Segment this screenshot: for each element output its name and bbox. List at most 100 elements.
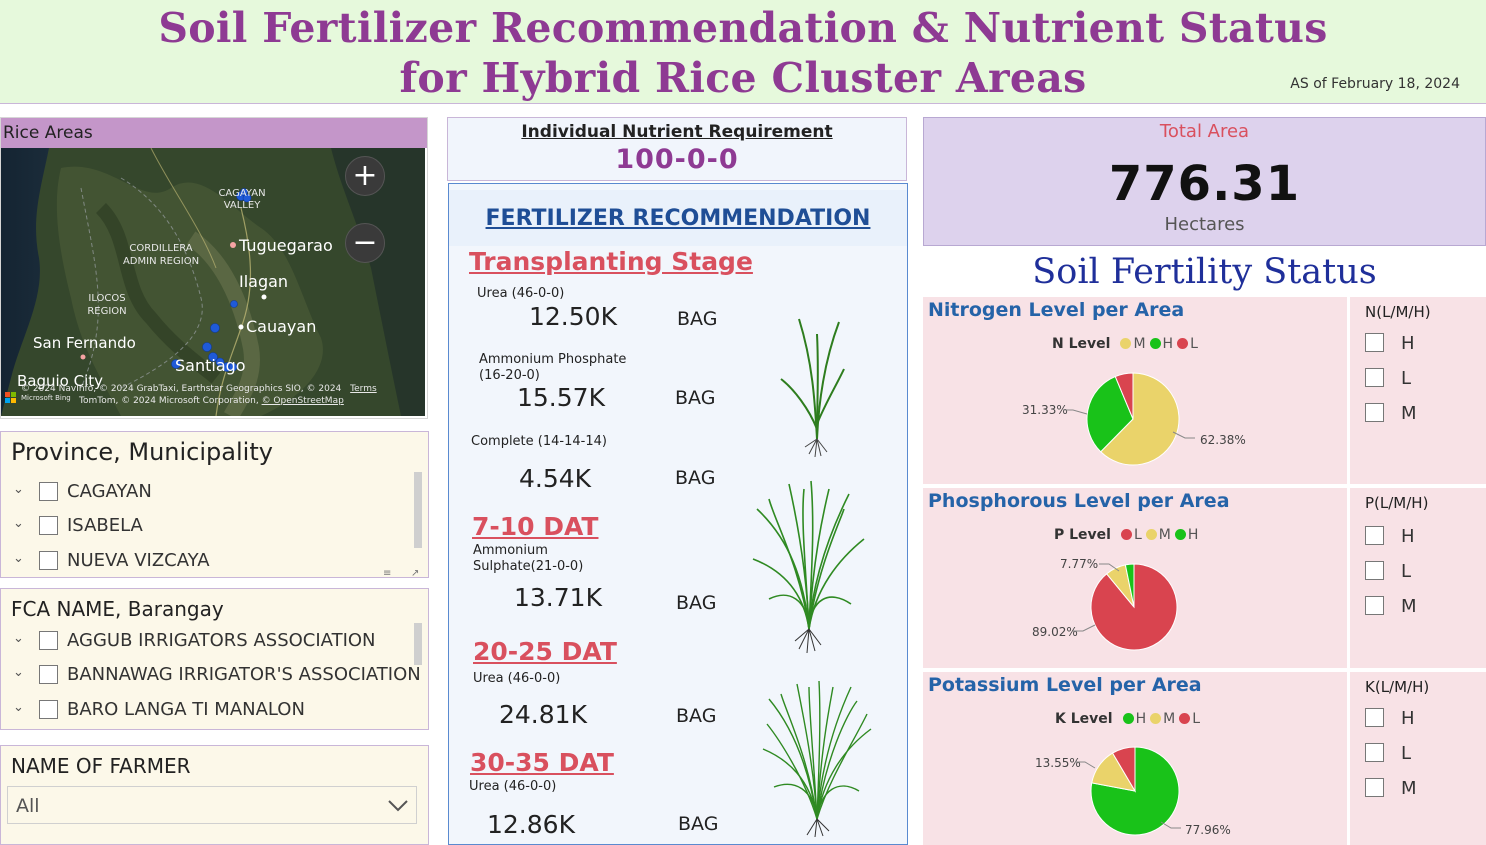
chevron-down-icon[interactable] <box>386 793 410 817</box>
checkbox[interactable] <box>1365 368 1384 387</box>
fertilizer-value: 15.57K <box>517 383 605 412</box>
phosphorous-chart-panel: Phosphorous Level per Area P Level L M H 7.… <box>923 488 1347 668</box>
chevron-down-icon[interactable]: ⌄ <box>13 665 25 680</box>
level-option-l[interactable]: L <box>1365 743 1465 769</box>
fertilizer-value: 12.50K <box>529 302 617 331</box>
map-label-ilocos: ILOCOS REGION <box>87 293 127 317</box>
total-area-value: 776.31 <box>1108 156 1301 212</box>
checkbox[interactable] <box>39 482 58 501</box>
slicer-item-isabela[interactable]: ⌄ ISABELA <box>1 514 421 544</box>
filter-icon[interactable]: ≡ <box>383 568 391 579</box>
page-title-line-2: for Hybrid Rice Cluster Areas <box>399 54 1087 102</box>
chevron-down-icon[interactable]: ⌄ <box>13 516 25 531</box>
pie-leader-lines <box>1075 761 1181 829</box>
bing-label: Microsoft Bing <box>21 394 71 402</box>
fertilizer-unit: BAG <box>676 705 717 727</box>
checkbox[interactable] <box>1365 526 1384 545</box>
farmer-slicer-title: NAME OF FARMER <box>11 754 191 778</box>
checkbox[interactable] <box>1365 743 1384 762</box>
fertilizer-unit: BAG <box>678 813 719 835</box>
map-canvas[interactable]: CAGAYAN VALLEY CORDILLERA ADMIN REGION I… <box>1 148 425 416</box>
level-slicer-title: N(L/M/H) <box>1365 303 1431 321</box>
potassium-chart-panel: Potassium Level per Area K Level H M L 13.5… <box>923 672 1347 845</box>
map-label-santiago: Santiago <box>175 356 246 375</box>
level-option-m[interactable]: M <box>1365 403 1465 429</box>
fertilizer-title: FERTILIZER RECOMMENDATION <box>485 206 871 231</box>
pie-leader-lines <box>1073 563 1120 632</box>
map-terms-link[interactable]: Terms <box>350 384 377 394</box>
fertilizer-unit: BAG <box>676 592 717 614</box>
checkbox[interactable] <box>1365 403 1384 422</box>
scrollbar[interactable] <box>414 472 422 548</box>
fertilizer-name: Urea (46-0-0) <box>473 671 561 686</box>
level-option-h[interactable]: H <box>1365 526 1465 552</box>
dashboard: Soil Fertilizer Recommendation & Nutrien… <box>0 0 1486 845</box>
level-slicer-title: P(L/M/H) <box>1365 494 1429 512</box>
fca-name-slicer: FCA NAME, Barangay ⌄ AGGUB IRRIGATORS AS… <box>0 588 429 730</box>
as-of-date: AS of February 18, 2024 <box>1290 76 1460 92</box>
map-label-tuguegarao: Tuguegarao <box>239 236 333 255</box>
checkbox[interactable] <box>1365 708 1384 727</box>
slicer-item-nueva-vizcaya[interactable]: ⌄ NUEVA VIZCAYA <box>1 549 421 579</box>
nitrogen-chart-panel: Nitrogen Level per Area N Level M H L 31.33… <box>923 297 1347 484</box>
stage-7-10-dat: 7-10 DAT <box>472 512 599 541</box>
openstreetmap-link[interactable]: © OpenStreetMap <box>262 396 344 406</box>
level-option-h[interactable]: H <box>1365 708 1465 734</box>
chevron-down-icon[interactable]: ⌄ <box>13 631 25 646</box>
farmer-name-slicer: NAME OF FARMER All <box>0 745 429 845</box>
checkbox[interactable] <box>1365 778 1384 797</box>
nutrient-requirement-card: Individual Nutrient Requirement 100-0-0 <box>447 117 907 181</box>
total-area-unit: Hectares <box>1164 214 1245 235</box>
checkbox[interactable] <box>39 700 58 719</box>
level-option-m[interactable]: M <box>1365 596 1465 622</box>
checkbox[interactable] <box>39 516 58 535</box>
total-area-card: Total Area 776.31 Hectares <box>923 117 1486 246</box>
slicer-item-bannawag[interactable]: ⌄ BANNAWAG IRRIGATOR'S ASSOCIATION <box>1 663 421 693</box>
province-slicer-title: Province, Municipality <box>11 438 273 466</box>
scrollbar[interactable] <box>414 623 422 665</box>
slicer-item-aggub[interactable]: ⌄ AGGUB IRRIGATORS ASSOCIATION <box>1 629 421 659</box>
stage-20-25-dat: 20-25 DAT <box>473 637 617 666</box>
map-attribution-2: TomTom, © 2024 Microsoft Corporation, © … <box>79 396 344 406</box>
farmer-dropdown[interactable]: All <box>7 786 417 824</box>
zoom-out-button[interactable]: − <box>345 223 385 263</box>
level-option-m[interactable]: M <box>1365 778 1465 804</box>
page-title-line-1: Soil Fertilizer Recommendation & Nutrien… <box>158 4 1328 52</box>
focus-mode-icon[interactable]: ↗ <box>411 568 419 579</box>
chevron-down-icon[interactable]: ⌄ <box>13 551 25 566</box>
checkbox[interactable] <box>39 631 58 650</box>
fertilizer-name: Urea (46-0-0) <box>469 779 557 794</box>
map-label-cordillera: CORDILLERA ADMIN REGION <box>122 243 200 267</box>
bing-logo-icon <box>5 392 16 403</box>
fertilizer-unit: BAG <box>675 467 716 489</box>
map-label-cauayan: Cauayan <box>246 317 317 336</box>
checkbox[interactable] <box>1365 333 1384 352</box>
chevron-down-icon[interactable]: ⌄ <box>13 700 25 715</box>
chevron-down-icon[interactable]: ⌄ <box>13 482 25 497</box>
level-option-l[interactable]: L <box>1365 368 1465 394</box>
map-label-cagayan-valley: CAGAYAN VALLEY <box>218 188 266 211</box>
rice-tillering-plant-icon <box>752 480 865 654</box>
header: Soil Fertilizer Recommendation & Nutrien… <box>0 0 1486 104</box>
fertilizer-value: 24.81K <box>499 700 587 729</box>
fertilizer-name: Urea (46-0-0) <box>477 286 565 301</box>
level-option-l[interactable]: L <box>1365 561 1465 587</box>
slicer-item-cagayan[interactable]: ⌄ CAGAYAN <box>1 480 421 510</box>
slicer-item-baro-langa[interactable]: ⌄ BARO LANGA TI MANALON <box>1 698 421 728</box>
nitrogen-level-slicer: N(L/M/H) H L M <box>1350 297 1486 484</box>
stage-30-35-dat: 30-35 DAT <box>470 748 614 777</box>
fertilizer-value: 12.86K <box>487 810 575 839</box>
checkbox[interactable] <box>1365 596 1384 615</box>
requirement-title: Individual Nutrient Requirement <box>521 122 833 142</box>
checkbox[interactable] <box>39 551 58 570</box>
fertilizer-name: Complete (14-14-14) <box>471 434 607 449</box>
level-option-h[interactable]: H <box>1365 333 1465 359</box>
map-label-san-fernando: San Fernando <box>33 334 136 352</box>
potassium-level-slicer: K(L/M/H) H L M <box>1350 672 1486 845</box>
rice-seedling-icon <box>780 318 845 458</box>
checkbox[interactable] <box>39 665 58 684</box>
phosphorous-level-slicer: P(L/M/H) H L M <box>1350 488 1486 668</box>
soil-fertility-title: Soil Fertility Status <box>1032 252 1377 292</box>
checkbox[interactable] <box>1365 561 1384 580</box>
zoom-in-button[interactable]: + <box>345 156 385 196</box>
